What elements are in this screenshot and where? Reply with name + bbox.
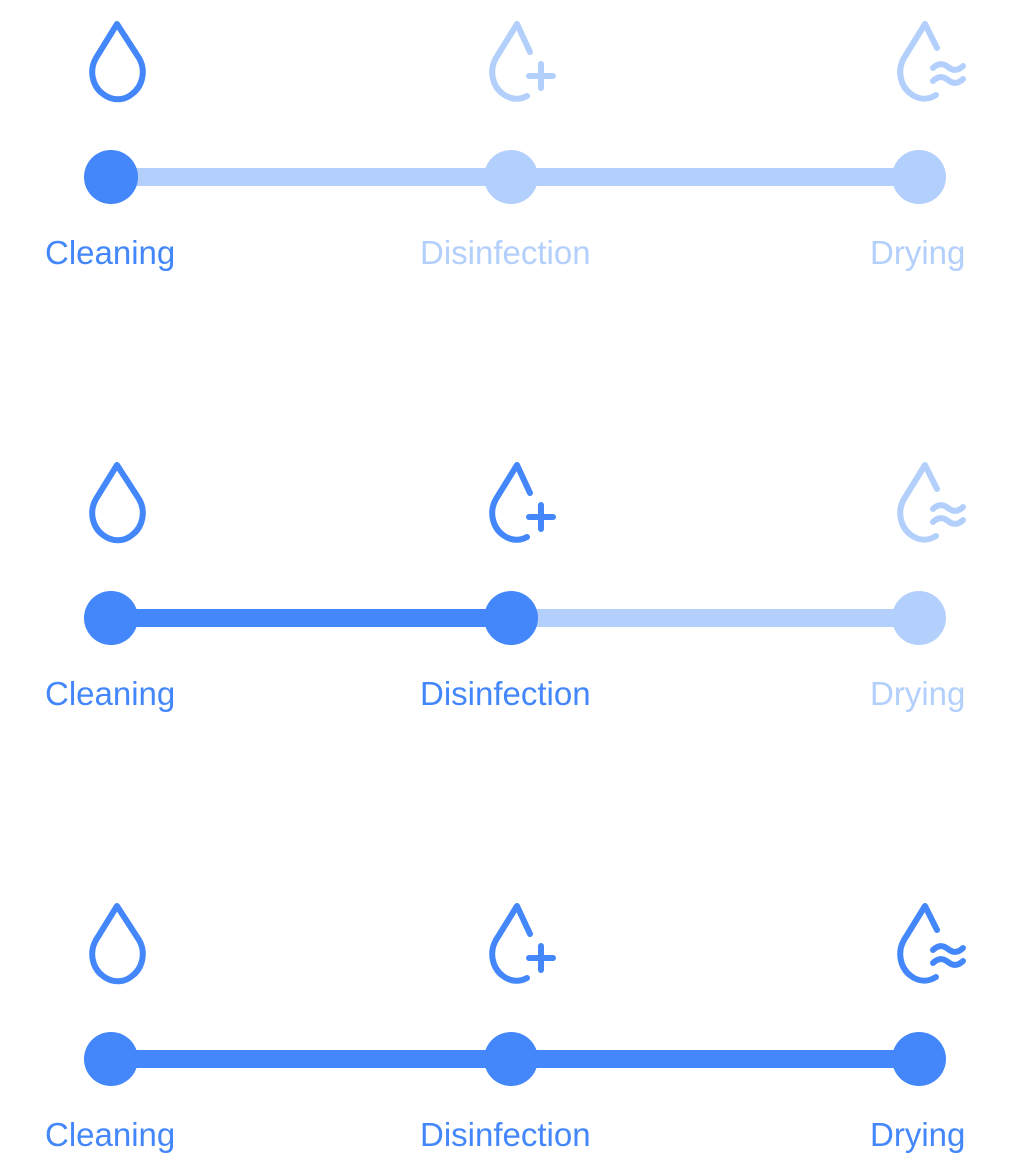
step-marker-drying (892, 150, 946, 204)
step-marker-cleaning (84, 1032, 138, 1086)
drop-waves-icon (880, 459, 970, 549)
step-label-cleaning: Cleaning (45, 1116, 176, 1153)
drop-waves-icon (880, 18, 970, 108)
step-label-drying: Drying (870, 1116, 966, 1153)
drop-plus-icon (472, 18, 562, 108)
drop-plus-icon (472, 459, 562, 549)
step-label-disinfection: Disinfection (420, 234, 591, 271)
step-marker-disinfection (484, 150, 538, 204)
step-label-drying: Drying (870, 675, 966, 712)
process-stepper-step-1: Cleaning Disinfection Drying (0, 0, 1021, 290)
step-marker-drying (892, 591, 946, 645)
step-label-disinfection: Disinfection (420, 1116, 591, 1153)
step-marker-disinfection (484, 591, 538, 645)
step-marker-drying (892, 1032, 946, 1086)
step-label-drying: Drying (870, 234, 966, 271)
water-drop-icon (72, 459, 162, 549)
step-label-cleaning: Cleaning (45, 675, 176, 712)
step-label-cleaning: Cleaning (45, 234, 176, 271)
step-marker-cleaning (84, 591, 138, 645)
water-drop-icon (72, 18, 162, 108)
water-drop-icon (72, 900, 162, 990)
drop-plus-icon (472, 900, 562, 990)
step-label-disinfection: Disinfection (420, 675, 591, 712)
progress-fill (111, 609, 511, 627)
step-marker-disinfection (484, 1032, 538, 1086)
process-stepper-step-3: Cleaning Disinfection Drying (0, 882, 1021, 1172)
step-marker-cleaning (84, 150, 138, 204)
drop-waves-icon (880, 900, 970, 990)
process-stepper-step-2: Cleaning Disinfection Drying (0, 441, 1021, 731)
